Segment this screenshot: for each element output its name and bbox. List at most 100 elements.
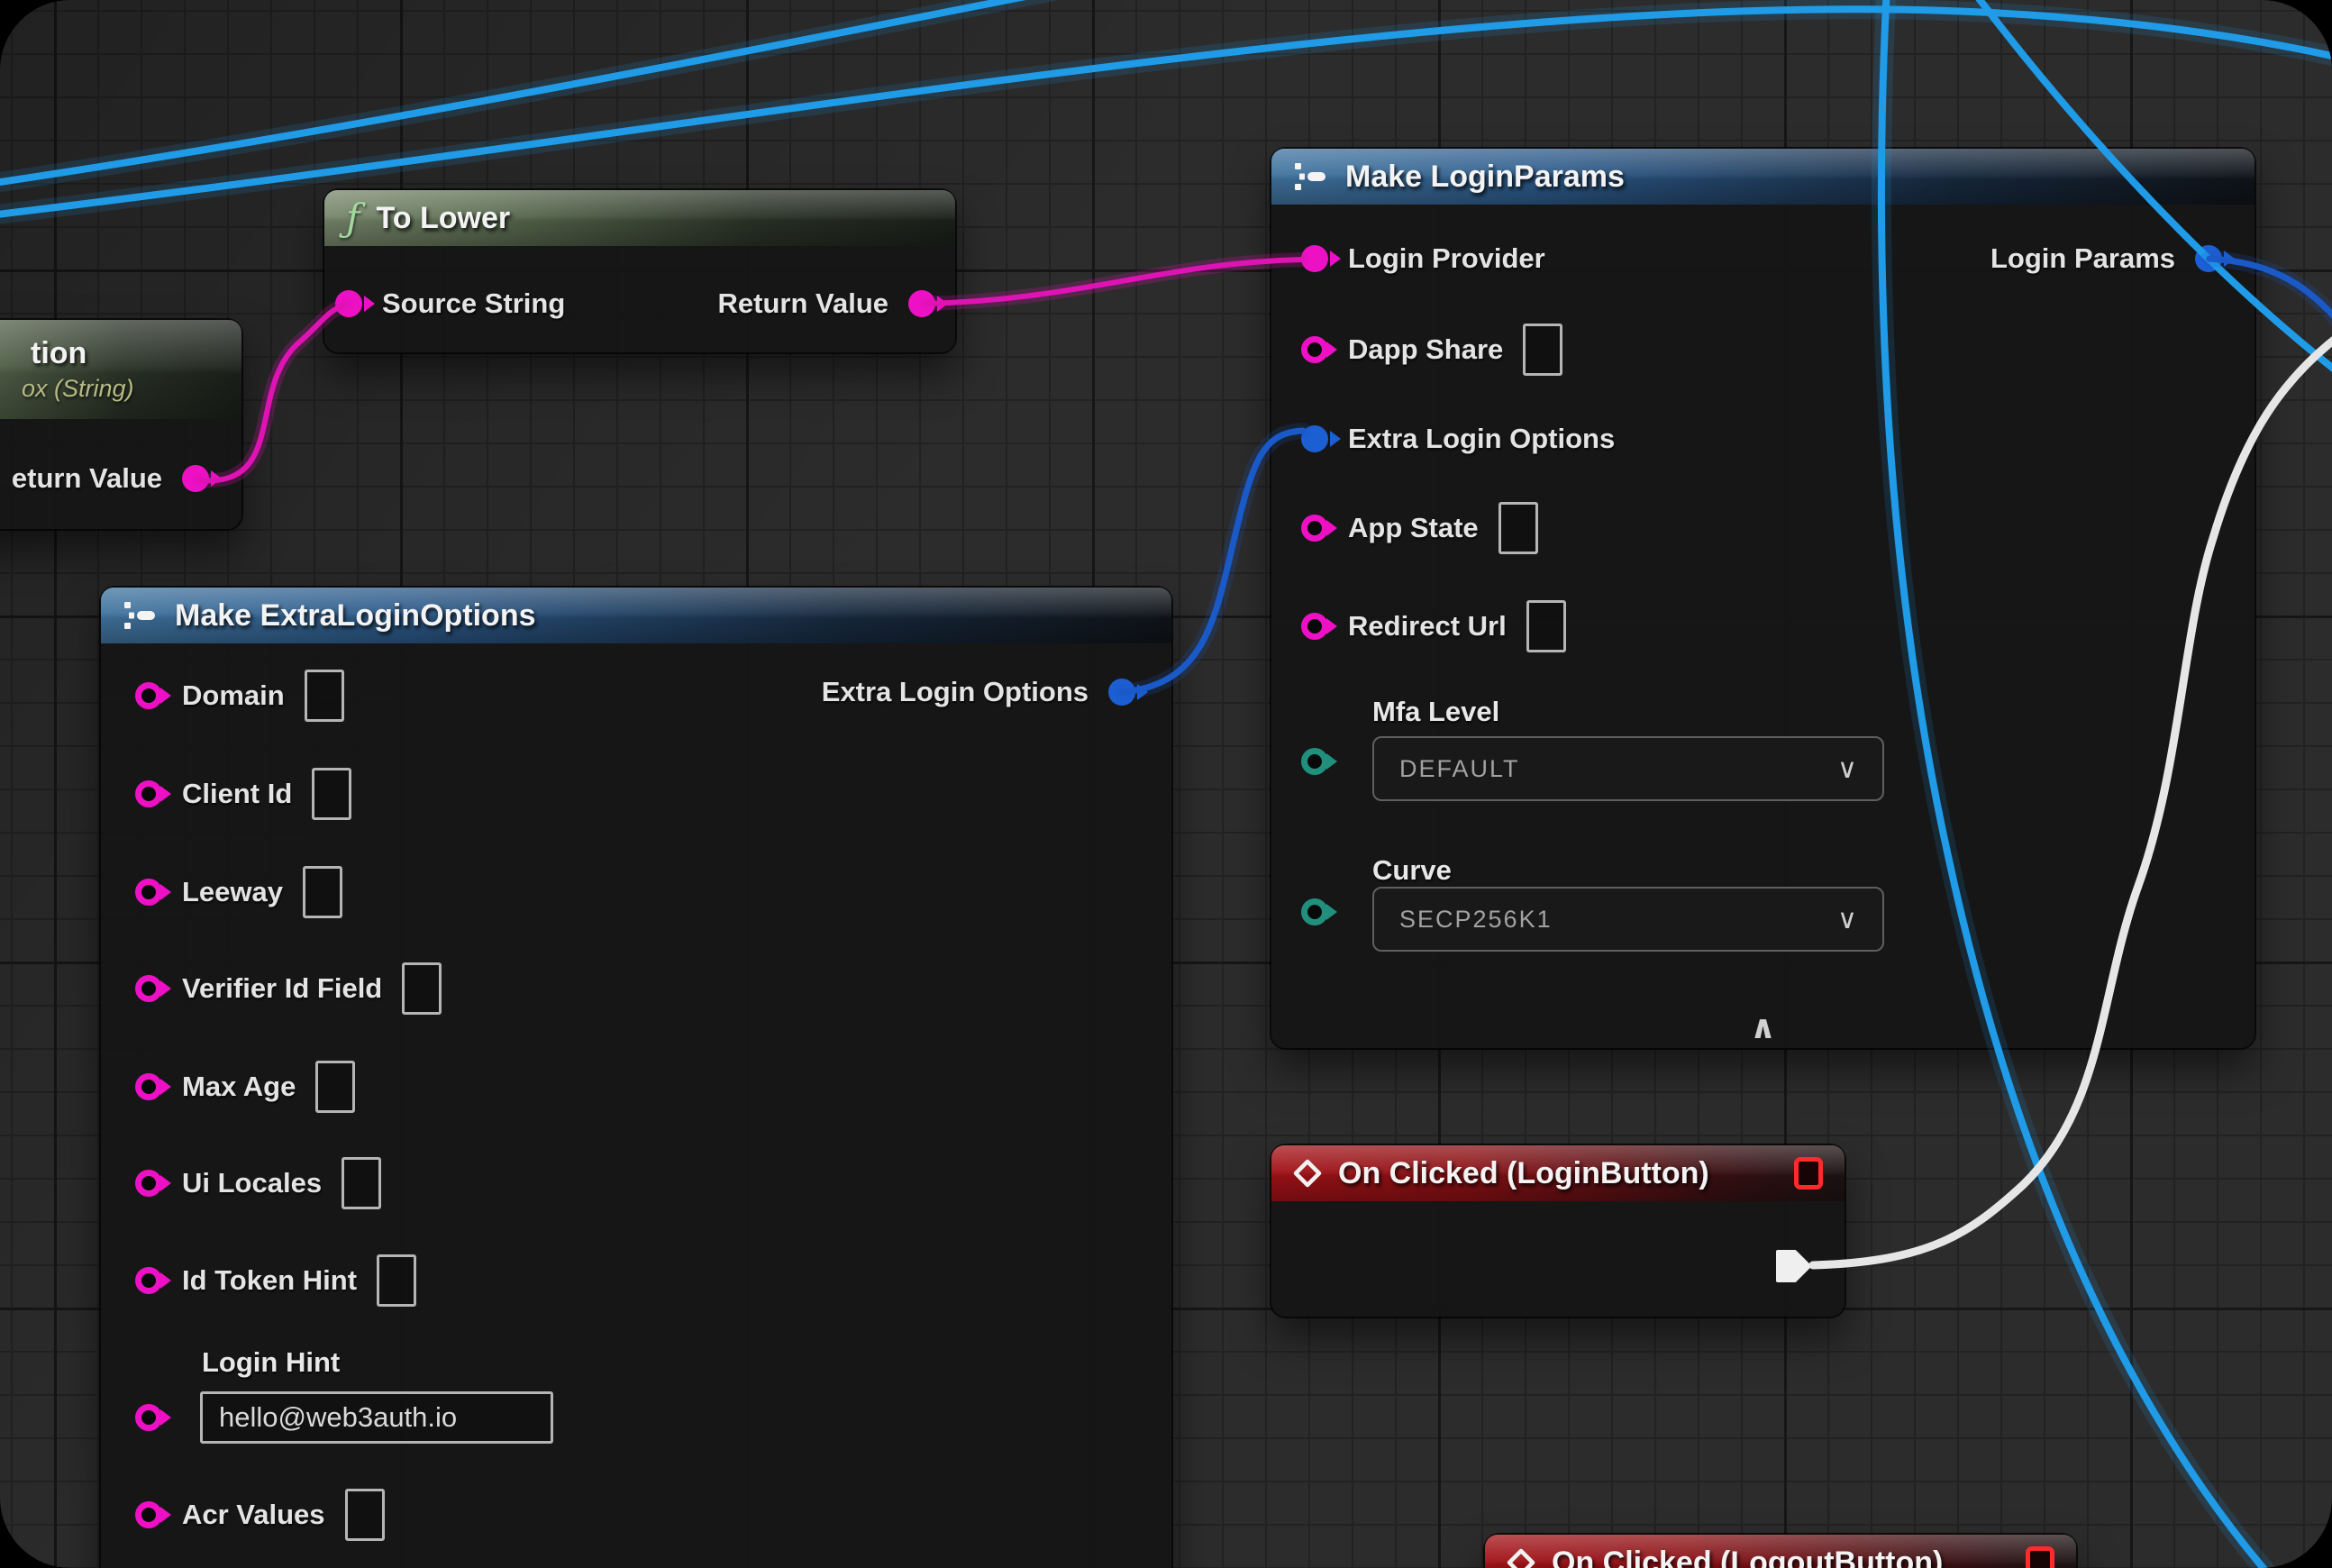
curve-input-pin[interactable] [1301, 898, 1328, 925]
pin-row-verifier-id-field: Verifier Id Field [135, 962, 442, 1016]
pin-row-app-state: App State [1301, 501, 1538, 555]
pin-label-redirect-url: Redirect Url [1348, 610, 1507, 643]
domain-input-pin[interactable] [135, 682, 162, 709]
login-hint-text-field[interactable]: hello@web3auth.io [200, 1391, 553, 1444]
exec-output-pin[interactable] [1775, 1249, 1813, 1283]
node-subtitle-fragment: ox (String) [22, 375, 134, 403]
node-title: Make LoginParams [1345, 160, 1625, 195]
mfa-level-label: Mfa Level [1372, 696, 1499, 728]
node-header[interactable]: ƒ To Lower [324, 190, 955, 246]
leeway-input-pin[interactable] [135, 879, 162, 906]
pin-row-source-string: Source String [335, 277, 565, 331]
chevron-down-icon: ∨ [1837, 904, 1857, 935]
pin-row-domain: Domain [135, 669, 344, 723]
pin-row-login-provider: Login Provider [1301, 232, 1545, 286]
collapse-node-button[interactable]: ∧ [1271, 1012, 2255, 1044]
pin-row-client-id: Client Id [135, 767, 351, 821]
pin-row-extra-login-options-out: Extra Login Options [822, 665, 1135, 719]
node-header[interactable]: Make LoginParams [1271, 149, 2255, 205]
blueprint-graph-canvas[interactable]: tion ox (String) eturn Value ƒ To Lower … [0, 0, 2332, 1568]
login-hint-value: hello@web3auth.io [219, 1401, 457, 1434]
extra-login-options-input-pin[interactable] [1301, 425, 1328, 452]
extra-login-options-output-pin[interactable] [1108, 679, 1135, 706]
leeway-value-box[interactable] [303, 866, 342, 918]
pin-label-client-id: Client Id [182, 778, 292, 810]
verifier-id-field-input-pin[interactable] [135, 975, 162, 1002]
string-wire-glow [925, 260, 1303, 304]
login-hint-input-pin[interactable] [135, 1404, 162, 1431]
pin-row-id-token-hint: Id Token Hint [135, 1253, 416, 1308]
max-age-value-box[interactable] [315, 1061, 355, 1113]
pin-label-extra-login-options: Extra Login Options [822, 676, 1089, 708]
bound-event-red-box-icon [1794, 1157, 1823, 1190]
pin-row-ui-locales: Ui Locales [135, 1156, 381, 1210]
event-diamond-icon [1507, 1548, 1535, 1568]
pin-label-login-provider: Login Provider [1348, 242, 1545, 275]
node-get-text-partial[interactable]: tion ox (String) eturn Value [0, 320, 241, 529]
login-params-output-pin[interactable] [2195, 245, 2222, 272]
node-make-extra-login-options[interactable]: Make ExtraLoginOptions Domain Extra Logi… [101, 588, 1171, 1568]
domain-value-box[interactable] [305, 670, 344, 722]
node-header[interactable]: On Clicked (LoginButton) [1271, 1145, 1845, 1201]
pin-label-extra-login-options: Extra Login Options [1348, 423, 1615, 455]
curve-label: Curve [1372, 854, 1452, 887]
node-header[interactable]: Make ExtraLoginOptions [101, 588, 1171, 643]
pin-label-login-params: Login Params [1990, 242, 2175, 275]
pin-label-max-age: Max Age [182, 1071, 296, 1103]
node-title: To Lower [377, 201, 511, 236]
app-state-value-box[interactable] [1498, 502, 1538, 554]
background-wire-glow [0, 0, 1077, 185]
node-on-clicked-login-button[interactable]: On Clicked (LoginButton) [1271, 1145, 1845, 1317]
ui-locales-input-pin[interactable] [135, 1170, 162, 1197]
redirect-url-input-pin[interactable] [1301, 613, 1328, 640]
client-id-input-pin[interactable] [135, 780, 162, 807]
client-id-value-box[interactable] [312, 768, 351, 820]
mfa-level-input-pin[interactable] [1301, 748, 1328, 775]
node-on-clicked-logout-button[interactable]: On Clicked (LogoutButton) [1485, 1535, 2076, 1568]
bound-event-red-box-icon [2026, 1546, 2054, 1568]
return-value-output-pin[interactable] [182, 465, 209, 492]
pin-label-return-value: eturn Value [12, 462, 162, 495]
ui-locales-value-box[interactable] [342, 1157, 381, 1209]
chevron-down-icon: ∨ [1837, 753, 1857, 785]
pin-row-acr-values: Acr Values [135, 1488, 385, 1542]
pin-row-return-value: eturn Value [12, 451, 209, 506]
make-struct-icon [1293, 161, 1329, 192]
node-header[interactable]: tion ox (String) [0, 320, 241, 419]
pin-label-verifier-id-field: Verifier Id Field [182, 972, 382, 1005]
node-to-lower[interactable]: ƒ To Lower Source String Return Value [324, 190, 955, 352]
pin-row-leeway: Leeway [135, 865, 342, 919]
curve-dropdown[interactable]: SECP256K1 ∨ [1372, 887, 1884, 952]
return-value-output-pin[interactable] [908, 290, 935, 317]
make-struct-icon [123, 600, 159, 631]
mfa-level-dropdown[interactable]: DEFAULT ∨ [1372, 736, 1884, 801]
node-title-fragment: tion [31, 336, 87, 371]
dapp-share-value-box[interactable] [1523, 324, 1562, 376]
id-token-hint-value-box[interactable] [377, 1254, 416, 1307]
source-string-input-pin[interactable] [335, 290, 362, 317]
max-age-input-pin[interactable] [135, 1073, 162, 1100]
pin-row-login-params-out: Login Params [1990, 232, 2222, 286]
pin-row-max-age: Max Age [135, 1060, 355, 1114]
dapp-share-input-pin[interactable] [1301, 336, 1328, 363]
pin-label-ui-locales: Ui Locales [182, 1167, 322, 1199]
function-icon: ƒ [346, 199, 360, 237]
pin-label-source-string: Source String [382, 287, 565, 320]
acr-values-value-box[interactable] [345, 1489, 385, 1541]
background-wire-diagonal-1 [0, 0, 1077, 185]
login-provider-input-pin[interactable] [1301, 245, 1328, 272]
pin-label-domain: Domain [182, 679, 285, 712]
pin-row-return-value: Return Value [718, 277, 936, 331]
id-token-hint-input-pin[interactable] [135, 1267, 162, 1294]
redirect-url-value-box[interactable] [1526, 600, 1566, 652]
verifier-id-field-value-box[interactable] [402, 962, 442, 1015]
node-header[interactable]: On Clicked (LogoutButton) [1485, 1535, 2076, 1568]
pin-row-dapp-share: Dapp Share [1301, 323, 1562, 377]
acr-values-input-pin[interactable] [135, 1501, 162, 1528]
app-state-input-pin[interactable] [1301, 515, 1328, 542]
node-make-login-params[interactable]: Make LoginParams Login Provider Login Pa… [1271, 149, 2255, 1048]
pin-label-acr-values: Acr Values [182, 1499, 325, 1531]
pin-label-return-value: Return Value [718, 287, 889, 320]
node-title: Make ExtraLoginOptions [175, 598, 536, 634]
node-title: On Clicked (LogoutButton) [1552, 1545, 1943, 1568]
